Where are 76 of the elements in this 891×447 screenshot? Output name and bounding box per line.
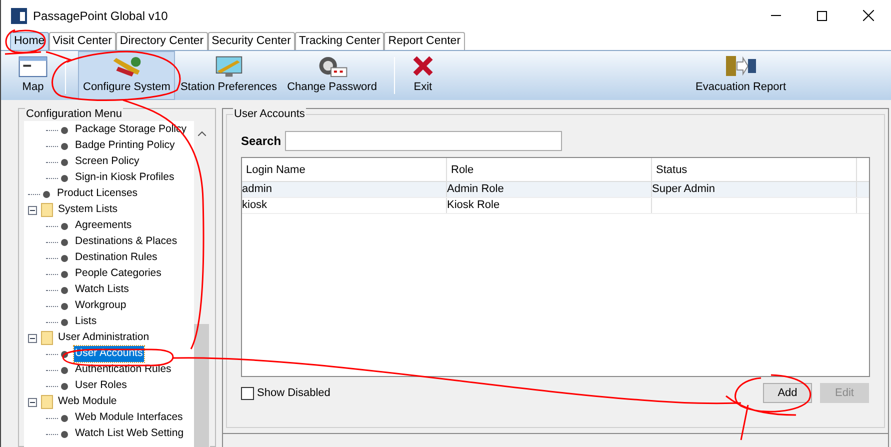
- folder-icon: [41, 395, 53, 409]
- table-row[interactable]: admin Admin Role Super Admin: [242, 182, 869, 198]
- bullet-icon: [61, 238, 68, 246]
- toolbar-button[interactable]: Station Preferences: [175, 51, 282, 100]
- bullet-icon: [61, 126, 68, 134]
- tab[interactable]: Home: [10, 32, 49, 50]
- toolbar-button[interactable]: Evacuation Report: [690, 51, 791, 100]
- search-label: Search: [241, 133, 282, 150]
- checkbox-label: Show Disabled: [257, 386, 330, 401]
- table-cell: Kiosk Role: [447, 198, 652, 213]
- bullet-icon: [61, 270, 68, 278]
- bullet-icon: [43, 190, 50, 198]
- app-logo: [11, 8, 27, 24]
- bullet-icon: [61, 158, 68, 166]
- tree-item[interactable]: User Roles: [74, 378, 128, 394]
- table-cell: kiosk: [242, 198, 447, 213]
- tree-item[interactable]: Screen Policy: [74, 154, 140, 170]
- tab[interactable]: Visit Center: [48, 32, 116, 50]
- tree-item[interactable]: User Administration: [57, 330, 150, 346]
- tab[interactable]: Directory Center: [116, 32, 208, 50]
- tree-item[interactable]: Lists: [74, 314, 98, 330]
- window-icon: [18, 55, 48, 78]
- tree-item[interactable]: Web Module Interfaces: [74, 410, 184, 426]
- bullet-icon: [61, 414, 68, 422]
- collapse-toggle[interactable]: [28, 334, 37, 342]
- tree-item[interactable]: Badge Printing Policy: [74, 138, 176, 154]
- tree-item[interactable]: Workgroup: [74, 298, 128, 314]
- door-icon: [724, 55, 757, 77]
- tree-item[interactable]: System Lists: [57, 202, 119, 218]
- toolbar-button[interactable]: Change Password: [282, 51, 382, 100]
- toolbar-button[interactable]: Map: [13, 51, 53, 100]
- window-title: PassagePoint Global v10: [33, 8, 168, 24]
- tree-item[interactable]: Destination Rules: [74, 250, 158, 266]
- collapse-toggle[interactable]: [28, 398, 37, 406]
- tree-item[interactable]: Product Licenses: [56, 186, 139, 202]
- bullet-icon: [61, 174, 68, 182]
- panel-title: Configuration Menu: [25, 108, 124, 120]
- scroll-up-icon[interactable]: [198, 131, 206, 136]
- bullet-icon: [61, 318, 68, 326]
- bullet-icon: [61, 254, 68, 262]
- tree-item[interactable]: People Categories: [74, 266, 162, 282]
- column-header[interactable]: Role: [447, 158, 652, 181]
- search-field[interactable]: [285, 131, 562, 151]
- table-cell: Super Admin: [652, 182, 857, 197]
- checkbox[interactable]: [241, 386, 254, 400]
- table-row[interactable]: kiosk Kiosk Role: [242, 198, 869, 214]
- close-icon: [862, 10, 874, 21]
- tree-item[interactable]: Watch List Web Setting: [74, 426, 185, 442]
- folder-icon: [41, 331, 53, 345]
- tab[interactable]: Security Center: [208, 32, 295, 50]
- bullet-icon: [61, 382, 68, 390]
- scroll-thumb[interactable]: [194, 324, 209, 447]
- toolbar-button[interactable]: Exit: [406, 51, 439, 100]
- tab[interactable]: Report Center: [384, 32, 465, 50]
- tab[interactable]: Tracking Center: [294, 32, 384, 50]
- column-header[interactable]: Status: [652, 158, 857, 181]
- folder-icon: [41, 203, 53, 217]
- close-icon: [412, 55, 434, 77]
- tree-item[interactable]: Sign-in Kiosk Profiles: [74, 170, 176, 186]
- bullet-icon: [61, 286, 68, 294]
- collapse-toggle[interactable]: [28, 206, 37, 214]
- column-header[interactable]: Login Name: [242, 158, 447, 181]
- tree-item[interactable]: Agreements: [74, 218, 133, 234]
- bullet-icon: [61, 366, 68, 374]
- toolbar-button[interactable]: Configure System: [78, 51, 176, 100]
- tree-item[interactable]: Web Module: [57, 394, 118, 410]
- action-button[interactable]: Add: [763, 383, 812, 403]
- table-cell: admin: [242, 182, 447, 197]
- bullet-icon: [61, 222, 68, 230]
- bullet-icon: [61, 430, 68, 438]
- table-cell: Admin Role: [447, 182, 652, 197]
- bullet-icon: [61, 302, 68, 310]
- tree-item[interactable]: Watch Lists: [74, 282, 130, 298]
- panel-title: User Accounts: [233, 108, 306, 120]
- bullet-icon: [61, 142, 68, 150]
- tree-item[interactable]: Destinations & Places: [74, 234, 178, 250]
